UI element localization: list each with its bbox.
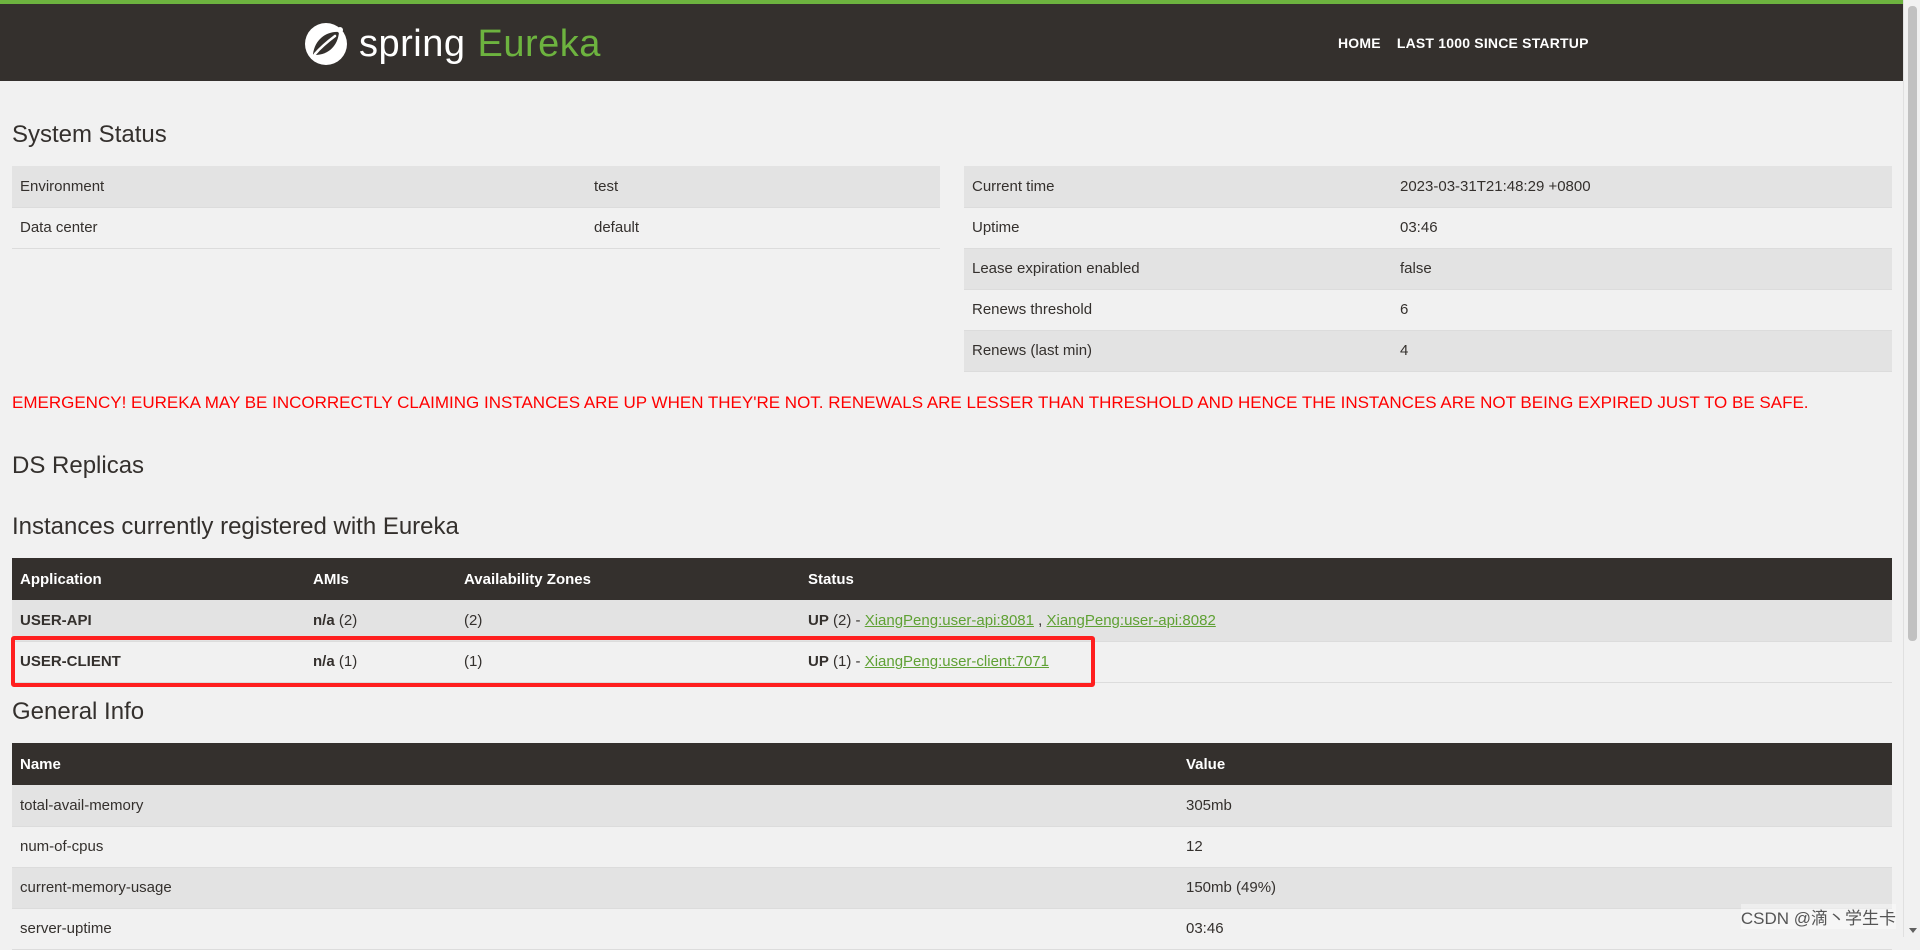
amis-cell: n/a (1) <box>305 641 456 682</box>
emergency-warning: EMERGENCY! EUREKA MAY BE INCORRECTLY CLA… <box>12 388 1892 417</box>
spring-eureka-logo[interactable]: spring Eureka <box>303 21 601 67</box>
info-name: current-memory-usage <box>12 867 1178 908</box>
renews-last-min-label: Renews (last min) <box>964 330 1392 371</box>
instance-link[interactable]: XiangPeng:user-client:7071 <box>865 653 1049 670</box>
amis-cell: n/a (2) <box>305 600 456 641</box>
table-row: USER-API n/a (2) (2) UP (2) - XiangPeng:… <box>12 600 1892 641</box>
instances-title: Instances currently registered with Eure… <box>12 513 459 541</box>
info-value: 305mb <box>1178 785 1892 826</box>
env-label: Environment <box>12 166 586 207</box>
status-count: (2) - <box>829 612 865 629</box>
col-application: Application <box>12 558 305 600</box>
info-name: server-uptime <box>12 908 1178 949</box>
table-row: server-uptime 03:46 <box>12 908 1892 949</box>
nav-home-link[interactable]: HOME <box>1338 35 1381 51</box>
table-row: Uptime 03:46 <box>964 207 1892 248</box>
general-info-table: Name Value total-avail-memory 305mb num-… <box>12 743 1892 950</box>
table-row: num-of-cpus 12 <box>12 826 1892 867</box>
top-nav: HOME LAST 1000 SINCE STARTUP <box>1338 35 1589 51</box>
datacenter-label: Data center <box>12 207 586 248</box>
general-info-header-row: Name Value <box>12 743 1892 785</box>
col-availability-zones: Availability Zones <box>456 558 800 600</box>
info-name: total-avail-memory <box>12 785 1178 826</box>
system-status-right-table: Current time 2023-03-31T21:48:29 +0800 U… <box>964 166 1892 372</box>
system-status-left-table: Environment test Data center default <box>12 166 940 249</box>
renews-threshold-label: Renews threshold <box>964 289 1392 330</box>
info-name: num-of-cpus <box>12 826 1178 867</box>
scroll-down-arrow-icon[interactable] <box>1909 928 1917 933</box>
link-separator: , <box>1034 612 1047 629</box>
info-value: 12 <box>1178 826 1892 867</box>
instances-table: Application AMIs Availability Zones Stat… <box>12 558 1892 683</box>
logo-spring-text: spring <box>359 23 466 66</box>
table-row: Current time 2023-03-31T21:48:29 +0800 <box>964 166 1892 207</box>
amis-count: (2) <box>335 612 358 629</box>
instance-link[interactable]: XiangPeng:user-api:8081 <box>865 612 1034 629</box>
table-row: Renews (last min) 4 <box>964 330 1892 371</box>
table-row: Environment test <box>12 166 940 207</box>
instance-link[interactable]: XiangPeng:user-api:8082 <box>1047 612 1216 629</box>
system-status-title: System Status <box>12 121 167 149</box>
current-time-label: Current time <box>964 166 1392 207</box>
top-navbar: spring Eureka HOME LAST 1000 SINCE START… <box>0 0 1903 81</box>
zones-cell: (2) <box>456 600 800 641</box>
vertical-scrollbar[interactable] <box>1903 0 1920 937</box>
col-amis: AMIs <box>305 558 456 600</box>
col-status: Status <box>800 558 1892 600</box>
zones-cell: (1) <box>456 641 800 682</box>
status-count: (1) - <box>829 653 865 670</box>
app-name: USER-API <box>12 600 305 641</box>
nav-last-1000-link[interactable]: LAST 1000 SINCE STARTUP <box>1397 35 1589 51</box>
table-row: Lease expiration enabled false <box>964 248 1892 289</box>
logo-eureka-text: Eureka <box>478 23 601 66</box>
status-up: UP <box>808 653 829 670</box>
datacenter-value: default <box>586 207 940 248</box>
amis-na: n/a <box>313 653 335 670</box>
table-row: current-memory-usage 150mb (49%) <box>12 867 1892 908</box>
status-cell: UP (1) - XiangPeng:user-client:7071 <box>800 641 1892 682</box>
amis-count: (1) <box>335 653 358 670</box>
renews-threshold-value: 6 <box>1392 289 1892 330</box>
amis-na: n/a <box>313 612 335 629</box>
ds-replicas-title: DS Replicas <box>12 452 144 480</box>
app-name: USER-CLIENT <box>12 641 305 682</box>
table-row: Data center default <box>12 207 940 248</box>
instances-header-row: Application AMIs Availability Zones Stat… <box>12 558 1892 600</box>
status-cell: UP (2) - XiangPeng:user-api:8081 , Xiang… <box>800 600 1892 641</box>
renews-last-min-value: 4 <box>1392 330 1892 371</box>
env-value: test <box>586 166 940 207</box>
spring-leaf-icon <box>303 21 349 67</box>
col-name: Name <box>12 743 1178 785</box>
status-up: UP <box>808 612 829 629</box>
info-value: 150mb (49%) <box>1178 867 1892 908</box>
table-row: USER-CLIENT n/a (1) (1) UP (1) - XiangPe… <box>12 641 1892 682</box>
lease-expiration-label: Lease expiration enabled <box>964 248 1392 289</box>
col-value: Value <box>1178 743 1892 785</box>
current-time-value: 2023-03-31T21:48:29 +0800 <box>1392 166 1892 207</box>
csdn-watermark: CSDN @滴丶学生卡 <box>1741 904 1896 929</box>
table-row: Renews threshold 6 <box>964 289 1892 330</box>
general-info-title: General Info <box>12 698 144 726</box>
uptime-value: 03:46 <box>1392 207 1892 248</box>
uptime-label: Uptime <box>964 207 1392 248</box>
lease-expiration-value: false <box>1392 248 1892 289</box>
table-row: total-avail-memory 305mb <box>12 785 1892 826</box>
scrollbar-thumb[interactable] <box>1908 6 1917 641</box>
